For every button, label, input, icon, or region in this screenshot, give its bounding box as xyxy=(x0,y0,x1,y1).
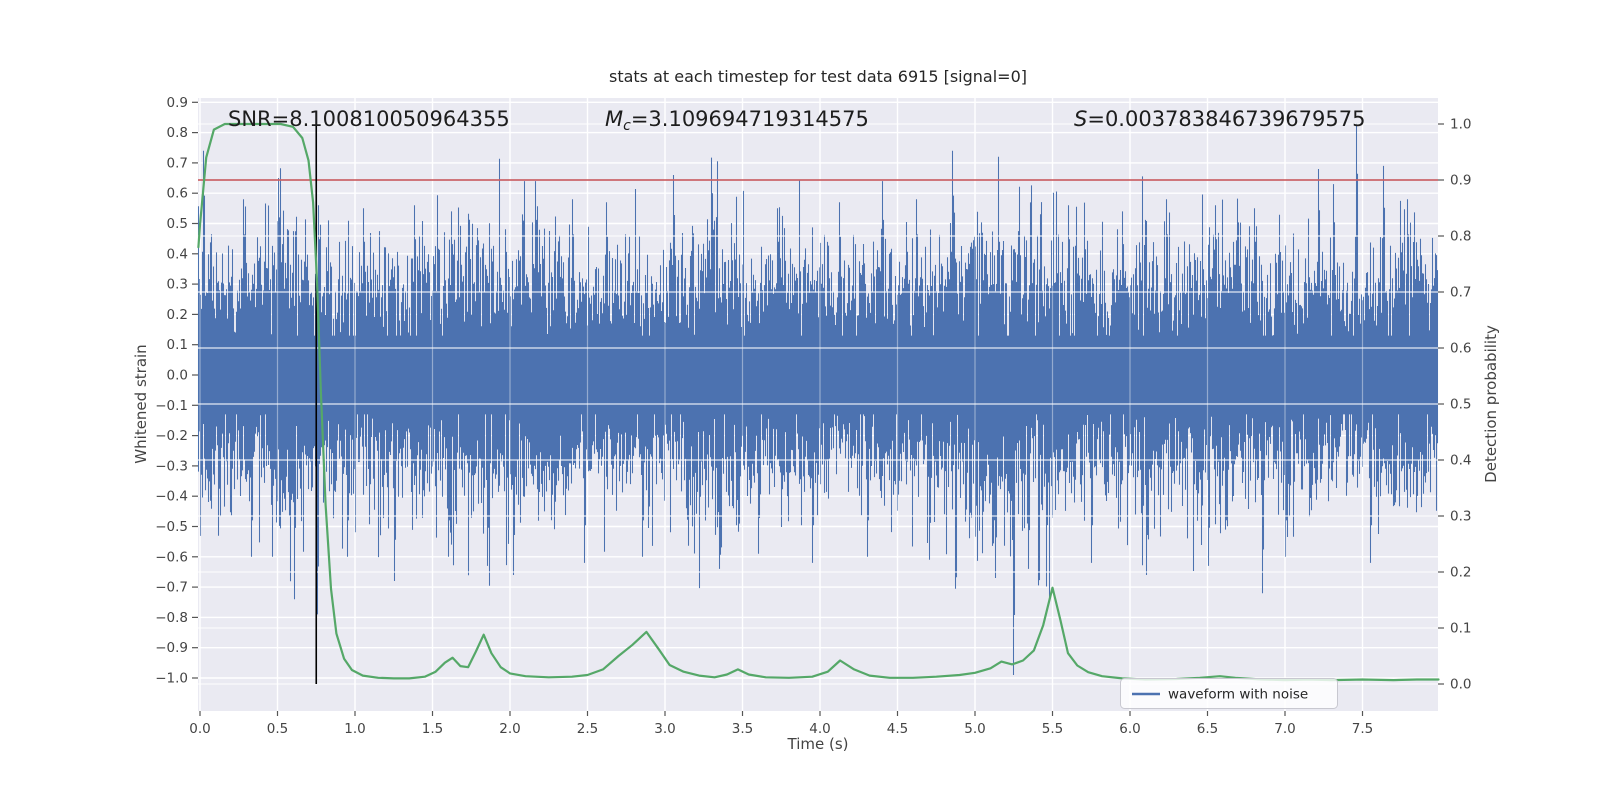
left-tick-label: −0.8 xyxy=(155,610,188,626)
left-tick-label: −0.6 xyxy=(155,549,188,565)
left-tick-label: −0.4 xyxy=(155,489,188,505)
left-tick-label: −0.3 xyxy=(155,458,188,474)
legend-label: waveform with noise xyxy=(1168,687,1308,703)
x-tick-label: 2.0 xyxy=(499,721,520,737)
annotations: SNR=8.100810050964355 Mc=3.10969471931457… xyxy=(228,107,1365,134)
right-tick-label: 0.7 xyxy=(1450,285,1471,301)
x-tick-label: 0.0 xyxy=(189,721,210,737)
x-tick-label: 1.5 xyxy=(422,721,443,737)
x-axis-label: Time (s) xyxy=(787,735,849,753)
left-tick-label: 0.3 xyxy=(167,277,188,293)
x-tick-label: 5.5 xyxy=(1042,721,1063,737)
right-tick-label: 0.0 xyxy=(1450,677,1471,693)
right-y-axis-label: Detection probability xyxy=(1482,325,1500,483)
x-tick-label: 3.5 xyxy=(732,721,753,737)
x-tick-label: 0.5 xyxy=(267,721,288,737)
left-tick-label: 0.8 xyxy=(167,125,188,141)
x-tick-label: 2.5 xyxy=(577,721,598,737)
left-tick-label: 0.5 xyxy=(167,216,188,232)
right-tick-label: 0.3 xyxy=(1450,509,1471,525)
right-tick-label: 0.8 xyxy=(1450,229,1471,245)
x-tick-label: 3.0 xyxy=(654,721,675,737)
right-tick-label: 1.0 xyxy=(1450,117,1471,133)
left-tick-label: −0.9 xyxy=(155,640,188,656)
left-tick-label: −0.5 xyxy=(155,519,188,535)
x-tick-label: 5.0 xyxy=(964,721,985,737)
left-y-axis-label: Whitened strain xyxy=(132,344,150,463)
annotation-stat: S=0.003783846739679575 xyxy=(1074,107,1365,131)
annotation-chirp-mass: Mc=3.109694719314575 xyxy=(605,107,869,134)
right-tick-label: 0.1 xyxy=(1450,621,1471,637)
right-tick-label: 0.9 xyxy=(1450,173,1471,189)
figure: 0.0 0.5 1.0 1.5 2.0 2.5 3.0 3.5 4.0 4.5 5.0 5.5 6.0 6… xyxy=(0,0,1600,800)
chart-svg: 0.0 0.5 1.0 1.5 2.0 2.5 3.0 3.5 4.0 4.5 5.0 5.5 6.0 6… xyxy=(0,0,1600,800)
x-tick-label: 7.0 xyxy=(1274,721,1295,737)
legend: waveform with noise xyxy=(1120,678,1338,709)
left-tick-label: −0.2 xyxy=(155,428,188,444)
x-tick-label: 1.0 xyxy=(344,721,365,737)
left-tick-label: 0.4 xyxy=(167,246,188,262)
left-tick-label: −0.1 xyxy=(155,398,188,414)
left-tick-label: 0.2 xyxy=(167,307,188,323)
annotation-snr: SNR=8.100810050964355 xyxy=(228,107,510,131)
left-tick-label: −0.7 xyxy=(155,580,188,596)
right-tick-label: 0.2 xyxy=(1450,565,1471,581)
right-tick-label: 0.4 xyxy=(1450,453,1471,469)
x-tick-label: 7.5 xyxy=(1352,721,1373,737)
x-tick-label: 4.5 xyxy=(887,721,908,737)
chart-title: stats at each timestep for test data 691… xyxy=(609,67,1027,86)
left-tick-label: 0.6 xyxy=(167,186,188,202)
left-tick-label: 0.1 xyxy=(167,337,188,353)
right-tick-label: 0.6 xyxy=(1450,341,1471,357)
x-tick-label: 6.0 xyxy=(1119,721,1140,737)
x-tick-label: 6.5 xyxy=(1197,721,1218,737)
left-tick-label: 0.0 xyxy=(167,368,188,384)
left-tick-label: −1.0 xyxy=(155,671,188,687)
right-tick-label: 0.5 xyxy=(1450,397,1471,413)
left-tick-label: 0.7 xyxy=(167,155,188,171)
left-tick-label: 0.9 xyxy=(167,95,188,111)
